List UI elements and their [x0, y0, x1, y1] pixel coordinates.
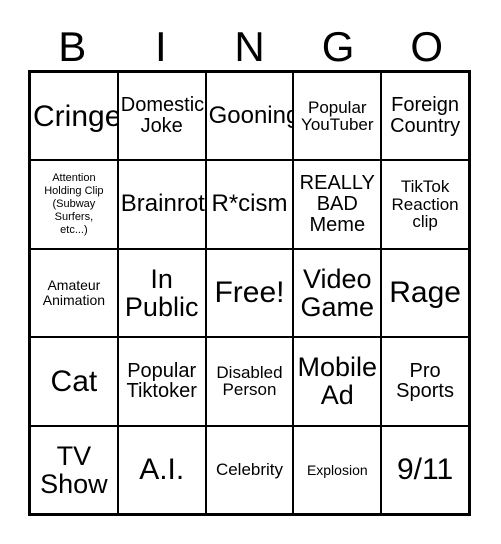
bingo-card: B I N G O Cringe Domestic Joke Gooning Popu… [0, 0, 501, 544]
bingo-cell[interactable]: R*cism [207, 161, 295, 248]
bingo-cell[interactable]: TikTok Reaction clip [382, 161, 468, 247]
bingo-cell[interactable]: Popular YouTuber [294, 73, 383, 160]
bingo-cell-label: Cringe [33, 99, 119, 133]
bingo-cell[interactable]: Cat [31, 338, 119, 425]
bingo-cell[interactable]: Attention Holding Clip (Subway Surfers, … [31, 161, 119, 248]
bingo-cell-label: Celebrity [215, 459, 284, 479]
bingo-cell[interactable]: REALLY BAD Meme [294, 161, 383, 248]
bingo-cell[interactable]: Celebrity [207, 426, 295, 514]
bingo-cell-label: Popular YouTuber [301, 97, 374, 135]
bingo-cell-label: Cat [50, 364, 98, 398]
header-letter-n: N [205, 18, 294, 68]
bingo-grid: Cringe Domestic Joke Gooning Popular YouTub… [28, 70, 471, 516]
bingo-row: Cringe Domestic Joke Gooning Popular YouTub… [31, 73, 468, 162]
header-letter-i-label: I [155, 23, 167, 70]
bingo-row: TV Show A.I. Celebrity Explosion 9/11 [31, 426, 468, 514]
bingo-cell-label: Explosion [306, 461, 368, 478]
bingo-header-letters: B I N G O [28, 18, 471, 68]
header-letter-o: O [382, 18, 471, 68]
bingo-cell-free-space[interactable]: Free! [207, 249, 295, 337]
bingo-cell-label: Free! [214, 276, 285, 310]
bingo-cell[interactable]: A.I. [119, 426, 207, 514]
bingo-cell[interactable]: Video Game [294, 249, 383, 337]
bingo-cell-label: Mobile Ad [297, 352, 378, 411]
bingo-cell-label: Domestic Joke [120, 94, 205, 138]
bingo-cell[interactable]: Popular Tiktoker [119, 338, 207, 425]
header-letter-g-label: G [321, 23, 355, 70]
bingo-cell-label: Rage [389, 276, 461, 310]
bingo-cell-label: Foreign Country [390, 94, 461, 138]
bingo-cell-label: Disabled Person [216, 362, 283, 400]
bingo-cell-label: A.I. [139, 453, 185, 487]
bingo-cell-label: Attention Holding Clip (Subway Surfers, … [44, 172, 104, 237]
bingo-row: Cat Popular Tiktoker Disabled Person Mobile… [31, 338, 468, 427]
bingo-cell-label: Amateur Animation [42, 277, 106, 309]
header-letter-n-label: N [234, 23, 265, 70]
header-letter-o-label: O [410, 23, 443, 70]
bingo-cell[interactable]: In Public [119, 249, 207, 337]
bingo-cell-label: R*cism [211, 190, 288, 218]
bingo-cell[interactable]: Domestic Joke [119, 73, 207, 160]
header-letter-i: I [117, 18, 206, 68]
bingo-cell[interactable]: Pro Sports [382, 338, 468, 424]
bingo-cell-label: REALLY BAD Meme [299, 172, 375, 236]
bingo-cell-label: In Public [124, 263, 199, 323]
bingo-cell-label: Video Game [300, 263, 375, 323]
bingo-cell[interactable]: Disabled Person [207, 338, 295, 425]
bingo-cell[interactable]: Brainrot [119, 161, 207, 248]
bingo-cell-label: Popular Tiktoker [126, 359, 197, 403]
bingo-cell-label: Gooning [208, 101, 295, 129]
bingo-cell[interactable]: Amateur Animation [31, 249, 119, 337]
bingo-cell[interactable]: 9/11 [382, 427, 468, 513]
bingo-cell-label: TV Show [40, 440, 108, 499]
header-letter-b-label: B [58, 23, 87, 70]
bingo-cell-label: TikTok Reaction clip [391, 177, 459, 232]
header-letter-b: B [28, 18, 117, 68]
bingo-row: Attention Holding Clip (Subway Surfers, … [31, 161, 468, 250]
bingo-cell-label: Pro Sports [396, 359, 454, 403]
bingo-cell-label: 9/11 [397, 453, 454, 487]
bingo-cell-label: Brainrot [120, 190, 205, 218]
bingo-row: Amateur Animation In Public Free! Video Gam… [31, 249, 468, 339]
header-letter-g: G [294, 18, 383, 68]
bingo-cell[interactable]: Mobile Ad [294, 338, 383, 425]
bingo-cell[interactable]: TV Show [31, 426, 119, 514]
bingo-cell[interactable]: Cringe [31, 73, 119, 160]
bingo-cell[interactable]: Foreign Country [382, 73, 468, 159]
bingo-cell[interactable]: Explosion [294, 426, 383, 514]
bingo-cell[interactable]: Gooning [207, 73, 295, 160]
bingo-cell[interactable]: Rage [382, 250, 468, 336]
